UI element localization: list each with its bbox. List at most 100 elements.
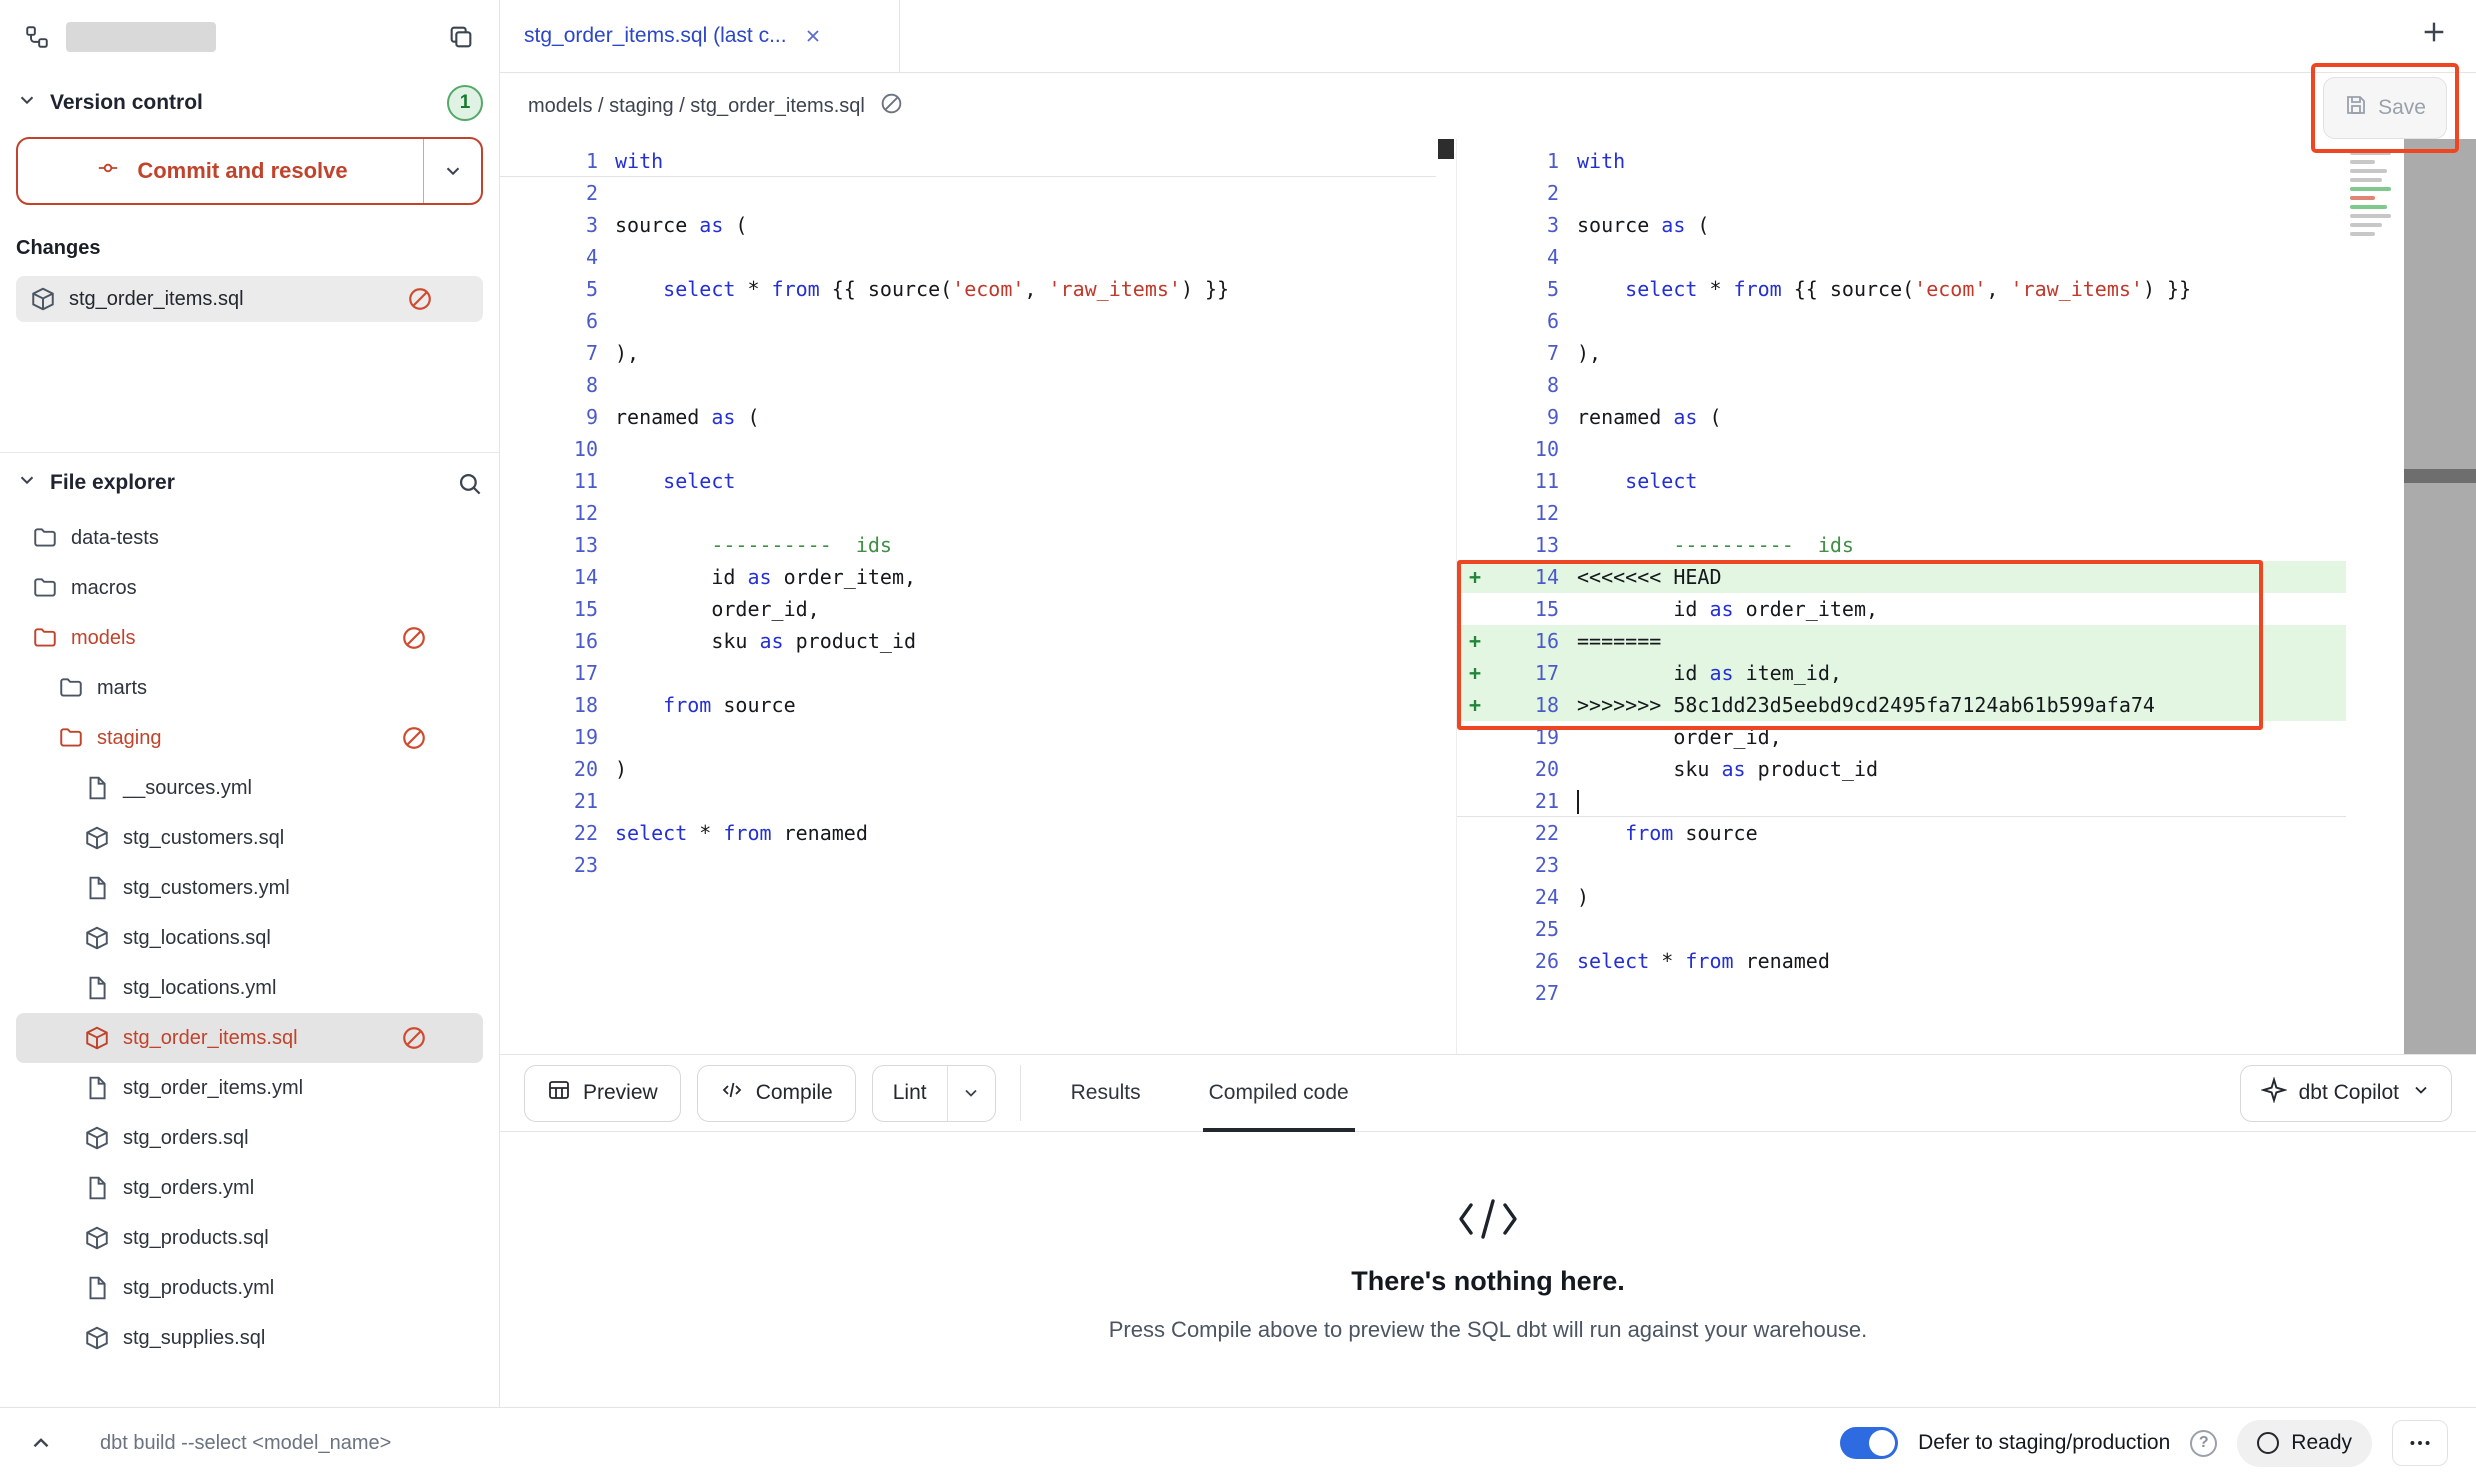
lint-button[interactable]: Lint bbox=[873, 1066, 947, 1121]
code-line-19[interactable]: 19 order_id, bbox=[1457, 721, 2346, 753]
code-line-8[interactable]: 8 bbox=[500, 369, 1436, 401]
code-line-22[interactable]: 22select * from renamed bbox=[500, 817, 1436, 849]
code-line-21[interactable]: 21 bbox=[500, 785, 1436, 817]
tree-item-__sources.yml[interactable]: __sources.yml bbox=[16, 763, 483, 813]
chevron-up-icon[interactable] bbox=[28, 1430, 54, 1456]
copy-icon[interactable] bbox=[447, 23, 475, 51]
code-line-4[interactable]: 4 bbox=[1457, 241, 2346, 273]
tree-item-stg_locations.yml[interactable]: stg_locations.yml bbox=[16, 963, 483, 1013]
code-line-12[interactable]: 12 bbox=[500, 497, 1436, 529]
code-line-12[interactable]: 12 bbox=[1457, 497, 2346, 529]
tree-item-staging[interactable]: staging bbox=[16, 713, 483, 763]
file-explorer-header[interactable]: File explorer bbox=[16, 453, 483, 513]
code-line-16[interactable]: 16 sku as product_id bbox=[500, 625, 1436, 657]
code-line-13[interactable]: 13 ---------- ids bbox=[500, 529, 1436, 561]
code-line-6[interactable]: 6 bbox=[500, 305, 1436, 337]
code-line-5[interactable]: 5 select * from {{ source('ecom', 'raw_i… bbox=[500, 273, 1436, 305]
tree-item-stg_customers.yml[interactable]: stg_customers.yml bbox=[16, 863, 483, 913]
code-line-25[interactable]: 25 bbox=[1457, 913, 2346, 945]
code-line-8[interactable]: 8 bbox=[1457, 369, 2346, 401]
code-line-11[interactable]: 11 select bbox=[500, 465, 1436, 497]
more-options-button[interactable] bbox=[2392, 1420, 2448, 1466]
tree-item-macros[interactable]: macros bbox=[16, 563, 483, 613]
search-icon[interactable] bbox=[456, 470, 483, 497]
code-line-14[interactable]: 14 id as order_item, bbox=[500, 561, 1436, 593]
code-line-1[interactable]: 1with bbox=[500, 145, 1436, 177]
code-line-17[interactable]: 17 bbox=[500, 657, 1436, 689]
close-icon[interactable] bbox=[803, 26, 823, 46]
code-line-18[interactable]: 18 from source bbox=[500, 689, 1436, 721]
code-line-13[interactable]: 13 ---------- ids bbox=[1457, 529, 2346, 561]
code-line-22[interactable]: 22 from source bbox=[1457, 817, 2346, 849]
tab-compiled-code[interactable]: Compiled code bbox=[1203, 1055, 1355, 1132]
code-line-24[interactable]: 24) bbox=[1457, 881, 2346, 913]
tree-item-stg_supplies.sql[interactable]: stg_supplies.sql bbox=[16, 1313, 483, 1363]
code-line-10[interactable]: 10 bbox=[500, 433, 1436, 465]
code-line-7[interactable]: 7), bbox=[1457, 337, 2346, 369]
code-line-3[interactable]: 3source as ( bbox=[1457, 209, 2346, 241]
tree-item-label: marts bbox=[97, 677, 147, 700]
code-line-26[interactable]: 26select * from renamed bbox=[1457, 945, 2346, 977]
code-line-14[interactable]: +14<<<<<<< HEAD bbox=[1457, 561, 2346, 593]
code-line-19[interactable]: 19 bbox=[500, 721, 1436, 753]
code-line-10[interactable]: 10 bbox=[1457, 433, 2346, 465]
commit-options-button[interactable] bbox=[423, 139, 481, 203]
tree-item-stg_products.sql[interactable]: stg_products.sql bbox=[16, 1213, 483, 1263]
tree-item-models[interactable]: models bbox=[16, 613, 483, 663]
code-line-15[interactable]: 15 id as order_item, bbox=[1457, 593, 2346, 625]
code-area-left[interactable]: 1with23source as (45 select * from {{ so… bbox=[500, 139, 1436, 1054]
code-line-20[interactable]: 20 sku as product_id bbox=[1457, 753, 2346, 785]
code-line-20[interactable]: 20) bbox=[500, 753, 1436, 785]
code-line-1[interactable]: 1with bbox=[1457, 145, 2346, 177]
tab-results[interactable]: Results bbox=[1065, 1055, 1147, 1132]
code-line-21[interactable]: 21 bbox=[1457, 785, 2346, 817]
command-input[interactable]: dbt build --select <model_name> bbox=[100, 1432, 391, 1455]
code-line-3[interactable]: 3source as ( bbox=[500, 209, 1436, 241]
code-line-5[interactable]: 5 select * from {{ source('ecom', 'raw_i… bbox=[1457, 273, 2346, 305]
lint-options-button[interactable] bbox=[947, 1066, 995, 1121]
tree-item-stg_locations.sql[interactable]: stg_locations.sql bbox=[16, 913, 483, 963]
code-line-2[interactable]: 2 bbox=[500, 177, 1436, 209]
code-area-right[interactable]: 1with23source as (45 select * from {{ so… bbox=[1457, 139, 2346, 1054]
commit-and-resolve-button[interactable]: Commit and resolve bbox=[18, 139, 423, 203]
tree-item-stg_order_items.yml[interactable]: stg_order_items.yml bbox=[16, 1063, 483, 1113]
new-tab-plus-icon[interactable] bbox=[2418, 16, 2450, 48]
commit-split-button: Commit and resolve bbox=[16, 137, 483, 205]
tab-stg-order-items[interactable]: stg_order_items.sql (last c... bbox=[500, 0, 900, 72]
tree-item-stg_orders.yml[interactable]: stg_orders.yml bbox=[16, 1163, 483, 1213]
defer-toggle[interactable] bbox=[1840, 1427, 1898, 1459]
code-line-17[interactable]: +17 id as item_id, bbox=[1457, 657, 2346, 689]
ide-status-button[interactable]: Ready bbox=[2237, 1420, 2372, 1467]
code-line-23[interactable]: 23 bbox=[1457, 849, 2346, 881]
tree-item-marts[interactable]: marts bbox=[16, 663, 483, 713]
save-button[interactable]: Save bbox=[2323, 77, 2447, 139]
code-line-9[interactable]: 9renamed as ( bbox=[500, 401, 1436, 433]
help-icon[interactable]: ? bbox=[2190, 1430, 2217, 1457]
dbt-copilot-button[interactable]: dbt Copilot bbox=[2240, 1065, 2452, 1122]
compile-button[interactable]: Compile bbox=[697, 1065, 856, 1122]
preview-button[interactable]: Preview bbox=[524, 1065, 681, 1122]
left-editor-scrollbar[interactable] bbox=[1436, 139, 1456, 1054]
code-line-4[interactable]: 4 bbox=[500, 241, 1436, 273]
code-line-23[interactable]: 23 bbox=[500, 849, 1436, 881]
line-number: 11 bbox=[1497, 469, 1559, 493]
code-line-18[interactable]: +18>>>>>>> 58c1dd23d5eebd9cd2495fa7124ab… bbox=[1457, 689, 2346, 721]
minimap[interactable] bbox=[2346, 139, 2404, 1054]
code-line-6[interactable]: 6 bbox=[1457, 305, 2346, 337]
code-line-2[interactable]: 2 bbox=[1457, 177, 2346, 209]
tree-item-stg_order_items.sql[interactable]: stg_order_items.sql bbox=[16, 1013, 483, 1063]
changed-file-row[interactable]: stg_order_items.sql bbox=[16, 276, 483, 322]
code-line-27[interactable]: 27 bbox=[1457, 977, 2346, 1009]
tree-item-data-tests[interactable]: data-tests bbox=[16, 513, 483, 563]
code-line-16[interactable]: +16======= bbox=[1457, 625, 2346, 657]
bottom-panel: Preview Compile Lint bbox=[500, 1055, 2476, 1407]
tree-item-stg_products.yml[interactable]: stg_products.yml bbox=[16, 1263, 483, 1313]
version-control-header[interactable]: Version control 1 bbox=[16, 73, 483, 133]
tree-item-stg_orders.sql[interactable]: stg_orders.sql bbox=[16, 1113, 483, 1163]
code-line-11[interactable]: 11 select bbox=[1457, 465, 2346, 497]
tree-item-stg_customers.sql[interactable]: stg_customers.sql bbox=[16, 813, 483, 863]
code-line-9[interactable]: 9renamed as ( bbox=[1457, 401, 2346, 433]
code-line-7[interactable]: 7), bbox=[500, 337, 1436, 369]
code-line-15[interactable]: 15 order_id, bbox=[500, 593, 1436, 625]
right-editor-scrollbar[interactable] bbox=[2404, 139, 2476, 1054]
